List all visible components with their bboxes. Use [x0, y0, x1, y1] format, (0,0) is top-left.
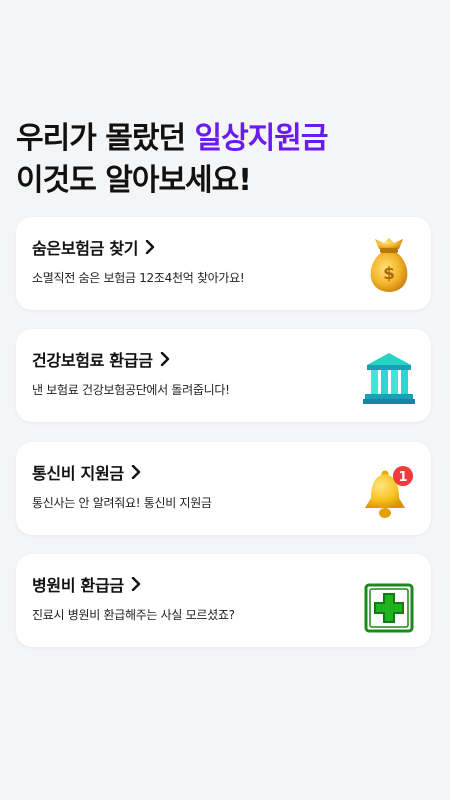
card-title: 숨은보험금 찾기 — [32, 235, 155, 259]
card-title-text: 병원비 환급금 — [32, 576, 124, 595]
chevron-right-icon — [131, 465, 140, 479]
medical-cross-icon — [364, 583, 414, 633]
card-title: 병원비 환급금 — [32, 572, 141, 596]
headline-line-1: 우리가 몰랐던 일상지원금 — [16, 118, 329, 160]
card-description: 낸 보험료 건강보험공단에서 돌려줍니다! — [32, 383, 230, 397]
bank-building-icon — [363, 353, 415, 404]
page-headline: 우리가 몰랐던 일상지원금 이것도 알아보세요! — [16, 118, 329, 202]
card-hidden-insurance[interactable]: 숨은보험금 찾기 소멸직전 숨은 보험금 12조4천억 찾아가요! $ — [16, 217, 431, 310]
card-title-text: 통신비 지원금 — [32, 464, 124, 483]
card-telecom-subsidy[interactable]: 통신비 지원금 통신사는 안 알려줘요! 통신비 지원금 1 — [16, 442, 431, 535]
headline-line-2: 이것도 알아보세요! — [16, 163, 252, 198]
card-description: 소멸직전 숨은 보험금 12조4천억 찾아가요! — [32, 271, 245, 285]
card-health-insurance-refund[interactable]: 건강보험료 환급금 낸 보험료 건강보험공단에서 돌려줍니다! — [16, 329, 431, 422]
notification-bell-icon: 1 — [365, 466, 413, 518]
svg-text:$: $ — [383, 264, 395, 284]
chevron-right-icon — [160, 352, 169, 366]
card-description: 진료시 병원비 환급해주는 사실 모르셨죠? — [32, 608, 235, 622]
card-title-text: 건강보험료 환급금 — [32, 351, 153, 370]
card-title: 통신비 지원금 — [32, 460, 141, 484]
card-title: 건강보험료 환급금 — [32, 347, 170, 371]
money-bag-icon: $ — [370, 238, 408, 292]
chevron-right-icon — [131, 577, 140, 591]
chevron-right-icon — [146, 240, 155, 254]
card-hospital-refund[interactable]: 병원비 환급금 진료시 병원비 환급해주는 사실 모르셨죠? — [16, 554, 431, 647]
headline-accent: 일상지원금 — [194, 121, 329, 156]
headline-prefix: 우리가 몰랐던 — [16, 121, 195, 156]
card-title-text: 숨은보험금 찾기 — [32, 239, 139, 258]
card-description: 통신사는 안 알려줘요! 통신비 지원금 — [32, 496, 212, 510]
notification-badge-count: 1 — [398, 470, 407, 485]
